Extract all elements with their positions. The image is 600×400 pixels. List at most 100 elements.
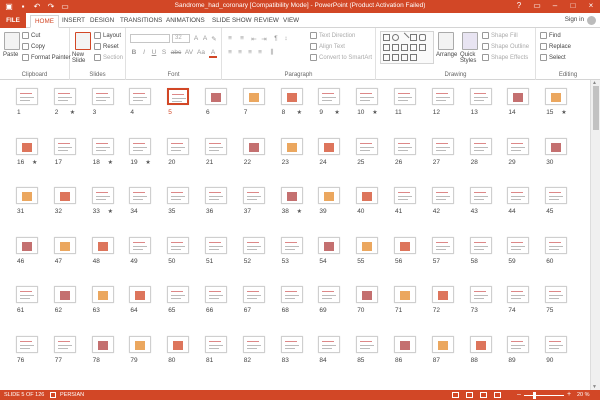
slide-thumbnail[interactable] [356,286,379,303]
slide-thumbnail[interactable] [394,335,416,353]
slide-thumbnail[interactable] [167,88,190,105]
slide-thumbnail[interactable] [469,335,492,353]
zoom-slider[interactable] [524,395,564,396]
rtl-icon[interactable]: ¶ [272,35,280,42]
quick-styles-icon[interactable] [462,32,478,50]
shape-effects-button[interactable]: Shape Effects [482,54,528,61]
rectangle-shape-icon[interactable] [383,34,390,41]
slide-thumbnail[interactable] [280,137,303,155]
arrange-button[interactable]: Arrange [436,52,457,58]
slide-thumbnail[interactable] [167,236,190,254]
slide-thumbnail[interactable] [53,236,76,254]
help-button[interactable]: ? [513,0,525,12]
slide-show-view-icon[interactable] [494,392,501,398]
slide-thumbnail[interactable] [242,236,265,254]
slide-thumbnail[interactable] [242,137,265,155]
ribbon-display-button[interactable]: ▭ [531,0,543,12]
slide-thumbnail[interactable] [91,286,114,303]
tab-slide-show[interactable]: SLIDE SHOW [212,15,252,28]
slide-thumbnail[interactable] [545,335,568,353]
align-left-icon[interactable]: ≡ [226,49,234,56]
cut-button[interactable]: Cut [22,32,40,39]
brace-shape-icon[interactable] [410,44,417,51]
justify-icon[interactable]: ≡ [256,49,264,56]
minimize-button[interactable]: – [549,0,561,12]
quick-styles-button[interactable]: Quick Styles [460,52,480,64]
proofing-icon[interactable] [50,392,56,398]
slide-thumbnail[interactable] [129,286,152,303]
slide-thumbnail[interactable] [167,286,190,303]
slide-thumbnail[interactable] [507,286,530,303]
slide-thumbnail[interactable] [205,236,227,254]
bracket-shape-icon[interactable] [410,54,417,61]
slide-thumbnail[interactable] [318,236,341,254]
slide-thumbnail[interactable] [205,335,227,353]
slide-thumbnail[interactable] [545,137,568,155]
star-shape-icon[interactable] [401,44,408,51]
slide-thumbnail[interactable] [356,88,379,105]
transition-star-icon[interactable]: ★ [70,109,75,116]
slide-thumbnail[interactable] [318,187,341,204]
slide-thumbnail[interactable] [91,137,114,155]
slide-thumbnail[interactable] [16,286,38,303]
transition-star-icon[interactable]: ★ [32,159,37,166]
slide-thumbnail[interactable] [205,88,227,105]
slide-thumbnail[interactable] [356,187,379,204]
slide-thumbnail[interactable] [356,137,379,155]
new-slide-button[interactable]: New Slide [72,52,94,64]
slide-sorter-view-icon[interactable] [466,392,473,398]
zoom-in-button[interactable]: + [567,391,571,398]
pentagon-shape-icon[interactable] [392,54,399,61]
slide-thumbnail[interactable] [507,236,530,254]
zoom-slider-thumb[interactable] [533,392,536,399]
font-size-combo[interactable]: 32 [172,34,190,43]
slide-thumbnail[interactable] [129,187,152,204]
slide-thumbnail[interactable] [16,137,38,155]
slide-thumbnail[interactable] [318,286,341,303]
bold-button[interactable]: B [130,49,138,56]
slide-thumbnail[interactable] [242,286,265,303]
tab-transitions[interactable]: TRANSITIONS [120,15,162,28]
slide-thumbnail[interactable] [469,236,492,254]
bullets-icon[interactable]: ≡ [226,35,234,42]
rounded-rect-shape-icon[interactable] [419,34,426,41]
slide-thumbnail[interactable] [431,335,454,353]
slide-thumbnail[interactable] [545,236,568,254]
slide-thumbnail[interactable] [394,137,416,155]
vertical-scrollbar[interactable]: ▲ ▼ [590,80,600,390]
select-button[interactable]: Select [540,54,566,61]
slide-thumbnail[interactable] [242,88,265,105]
slide-thumbnail[interactable] [16,335,38,353]
slide-thumbnail[interactable] [545,286,568,303]
line-shape-icon[interactable] [399,32,410,43]
sign-in-link[interactable]: Sign in [565,16,584,23]
change-case-button[interactable]: Aa [196,49,206,56]
tab-view[interactable]: VIEW [283,15,299,28]
align-center-icon[interactable]: ≡ [236,49,244,56]
slide-thumbnail[interactable] [280,286,303,303]
slide-thumbnail[interactable] [16,236,38,254]
copy-button[interactable]: Copy [22,43,45,50]
shadow-button[interactable]: S [160,49,168,56]
slide-thumbnail[interactable] [205,137,227,155]
transition-star-icon[interactable]: ★ [561,109,566,116]
zoom-level[interactable]: 20 % [577,392,590,398]
transition-star-icon[interactable]: ★ [334,109,339,116]
slide-thumbnail[interactable] [129,137,152,155]
italic-button[interactable]: I [140,49,148,56]
slide-thumbnail[interactable] [205,286,227,303]
slide-thumbnail[interactable] [318,335,341,353]
curve-shape-icon[interactable] [383,54,390,61]
zoom-out-button[interactable]: – [517,391,521,398]
numbering-icon[interactable]: ≡ [238,35,246,42]
decrease-indent-icon[interactable]: ⇤ [250,35,258,43]
slide-thumbnail[interactable] [53,335,76,353]
slide-thumbnail[interactable] [91,187,114,204]
slide-thumbnail[interactable] [469,137,492,155]
line-spacing-icon[interactable]: ↕ [282,35,290,42]
text-direction-button[interactable]: Text Direction [310,32,355,39]
slide-thumbnail[interactable] [53,286,76,303]
language-indicator[interactable]: PERSIAN [60,392,84,398]
slide-thumbnail[interactable] [91,335,114,353]
slide-thumbnail[interactable] [545,88,568,105]
